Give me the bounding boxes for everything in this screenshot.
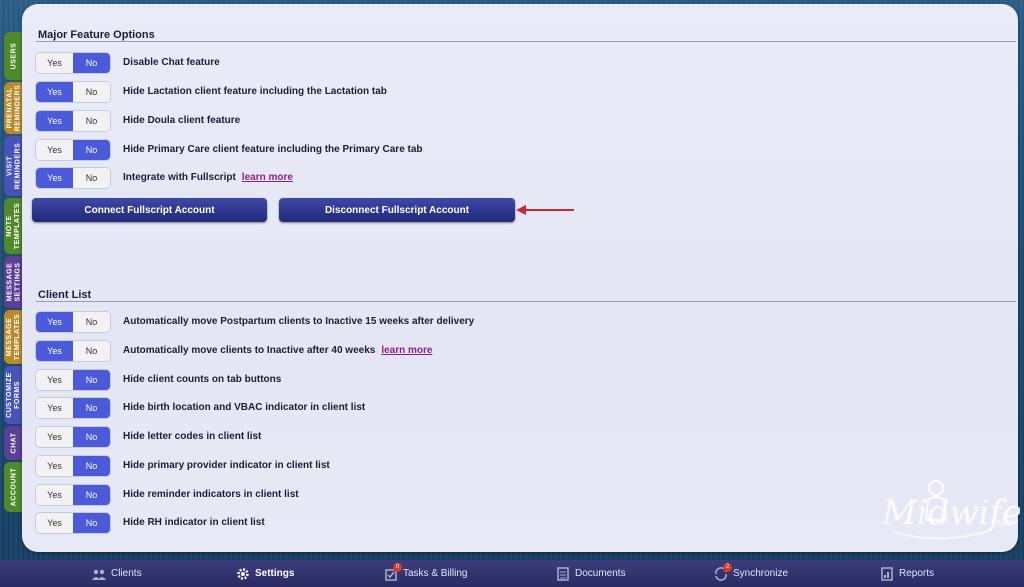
setting-label: Hide Primary Care client feature includi… [123,144,423,155]
learn-more-link[interactable]: learn more [242,172,293,183]
side-tab-message-templates[interactable]: Message Templates [4,310,24,364]
nav-synchronize[interactable]: 2 Synchronize [714,560,788,587]
no-option[interactable]: No [73,398,110,418]
nav-label: Settings [255,568,295,579]
nav-label: Tasks & Billing [403,568,468,579]
red-arrow-icon [516,205,574,215]
logo-subtext: EHR [996,519,1013,528]
major-feature-options-title: Major Feature Options [38,29,155,41]
documents-icon [557,566,569,581]
no-option[interactable]: No [73,111,110,131]
yes-option[interactable]: Yes [36,370,73,390]
tasks-badge: 0 [393,562,402,572]
toggle-hide-rh-indicator: Yes No [36,513,110,533]
nav-reports[interactable]: Reports [880,560,934,587]
no-option[interactable]: No [73,370,110,390]
connect-fullscript-button[interactable]: Connect Fullscript Account [32,198,267,222]
toggle-hide-birth-location: Yes No [36,398,110,418]
nav-label: Documents [575,568,626,579]
setting-label: Hide reminder indicators in client list [123,489,299,500]
yes-option[interactable]: Yes [36,456,73,476]
side-tab-prenatal-reminders[interactable]: Prenatal Reminders [4,82,24,134]
yes-option[interactable]: Yes [36,312,73,332]
setting-label: Automatically move clients to Inactive a… [123,341,432,361]
nav-settings[interactable]: Settings [236,560,294,587]
setting-label: Integrate with Fullscript learn more [123,168,293,188]
side-tab-note-templates[interactable]: Note Templates [4,198,24,254]
yes-option[interactable]: Yes [36,341,73,361]
midwife-ehr-logo: Midwife EHR [881,480,1020,540]
yes-option[interactable]: Yes [36,111,73,131]
yes-option[interactable]: Yes [36,398,73,418]
bottom-nav-bar: Clients Settings 0 Tasks & Billing Docum… [0,560,1024,587]
gear-icon [237,567,249,580]
no-option[interactable]: No [73,427,110,447]
toggle-disable-chat: Yes No [36,53,110,73]
side-tab-users[interactable]: Users [4,32,24,80]
nav-label: Synchronize [733,568,789,579]
yes-option[interactable]: Yes [36,140,73,160]
side-tab-message-settings[interactable]: Message Settings [4,256,24,308]
no-option[interactable]: No [73,168,110,188]
no-option[interactable]: No [73,485,110,505]
yes-option[interactable]: Yes [36,427,73,447]
setting-label: Hide Lactation client feature including … [123,86,387,97]
sync-badge: 2 [723,562,732,572]
sync-icon: 2 [714,562,732,581]
toggle-hide-doula: Yes No [36,111,110,131]
setting-label: Automatically move Postpartum clients to… [123,316,475,327]
setting-label: Hide birth location and VBAC indicator i… [123,402,366,413]
toggle-hide-letter-codes: Yes No [36,427,110,447]
toggle-hide-lactation: Yes No [36,82,110,102]
nav-tasks-billing[interactable]: 0 Tasks & Billing [384,560,467,587]
yes-option[interactable]: Yes [36,485,73,505]
setting-label: Hide primary provider indicator in clien… [123,460,330,471]
yes-option[interactable]: Yes [36,513,73,533]
setting-text: Integrate with Fullscript [123,172,236,183]
toggle-hide-primary-provider: Yes No [36,456,110,476]
toggle-hide-primary-care: Yes No [36,140,110,160]
yes-option[interactable]: Yes [36,53,73,73]
setting-label: Hide client counts on tab buttons [123,374,282,385]
yes-option[interactable]: Yes [36,82,73,102]
setting-label: Hide RH indicator in client list [123,517,265,528]
disconnect-fullscript-button[interactable]: Disconnect Fullscript Account [279,198,515,222]
learn-more-link[interactable]: learn more [381,345,432,356]
no-option[interactable]: No [73,312,110,332]
nav-clients[interactable]: Clients [92,560,142,587]
nav-label: Clients [111,568,142,579]
client-list-title: Client List [38,289,92,301]
no-option[interactable]: No [73,82,110,102]
nav-label: Reports [899,568,935,579]
toggle-inactive-40-weeks: Yes No [36,341,110,361]
setting-text: Automatically move clients to Inactive a… [123,345,376,356]
toggle-integrate-fullscript: Yes No [36,168,110,188]
side-tab-customize-forms[interactable]: Customize Forms [4,366,24,424]
yes-option[interactable]: Yes [36,168,73,188]
no-option[interactable]: No [73,456,110,476]
side-tab-visit-reminders[interactable]: Visit Reminders [4,136,24,196]
toggle-postpartum-inactive: Yes No [36,312,110,332]
tasks-icon: 0 [384,562,402,581]
no-option[interactable]: No [73,513,110,533]
no-option[interactable]: No [73,53,110,73]
side-tab-chat[interactable]: Chat [4,426,24,460]
toggle-hide-reminder-indicators: Yes No [36,485,110,505]
nav-documents[interactable]: Documents [556,560,626,587]
section-divider [36,301,1016,302]
no-option[interactable]: No [73,140,110,160]
setting-label: Hide letter codes in client list [123,431,262,442]
people-icon [92,569,106,580]
reports-icon [881,566,893,581]
no-option[interactable]: No [73,341,110,361]
side-tab-account[interactable]: Account [4,462,24,512]
setting-label: Disable Chat feature [123,57,220,68]
section-divider [36,41,1016,42]
toggle-hide-client-counts: Yes No [36,370,110,390]
setting-label: Hide Doula client feature [123,115,241,126]
